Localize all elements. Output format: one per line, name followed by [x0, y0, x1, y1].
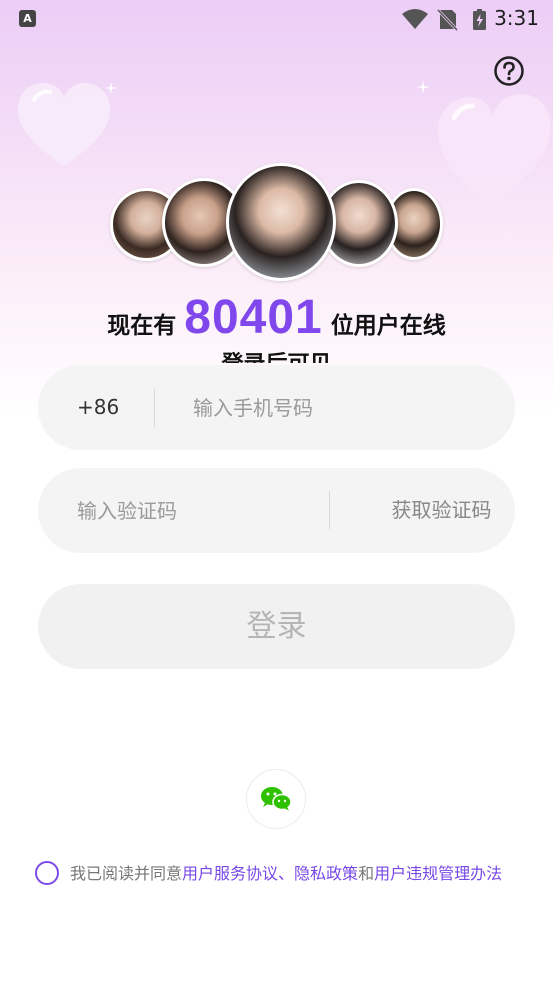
no-sim-icon [435, 7, 460, 33]
wechat-icon [261, 787, 292, 811]
battery-charging-icon [473, 9, 486, 30]
status-bar: A 3:31 [0, 0, 553, 38]
code-field: 获取验证码 [38, 468, 515, 553]
help-icon[interactable] [494, 56, 524, 86]
avatar [226, 163, 336, 281]
agreement-checkbox[interactable] [35, 861, 59, 885]
status-time: 3:31 [494, 6, 539, 30]
agreement-prefix: 我已阅读并同意 [70, 864, 183, 883]
rules-link[interactable]: 用户违规管理办法 [374, 864, 502, 883]
online-count-headline: 现在有 80401 位用户在线 [0, 290, 553, 345]
divider [154, 389, 155, 427]
phone-field: +86 [38, 365, 515, 450]
sparkle-icon [416, 80, 430, 94]
app-notification-icon: A [19, 10, 36, 27]
wifi-icon [402, 9, 428, 29]
get-code-button[interactable]: 获取验证码 [368, 468, 515, 553]
agreement-text: 我已阅读并同意用户服务协议、隐私政策和用户违规管理办法 [70, 861, 550, 887]
phone-input[interactable] [193, 365, 493, 450]
heart-decoration-icon [437, 94, 551, 204]
divider [329, 491, 330, 529]
code-input[interactable] [77, 468, 337, 553]
online-count: 80401 [184, 291, 323, 344]
headline-subtext: 登录后可见 [0, 350, 553, 363]
sparkle-icon [105, 82, 117, 94]
agreement-and: 和 [358, 864, 375, 883]
headline-prefix: 现在有 [107, 312, 177, 338]
login-button[interactable]: 登录 [38, 584, 515, 669]
heart-decoration-icon [17, 82, 111, 166]
agreement-separator: 、 [278, 864, 295, 883]
privacy-link[interactable]: 隐私政策 [294, 864, 358, 883]
terms-link[interactable]: 用户服务协议 [182, 864, 278, 883]
country-code[interactable]: +86 [77, 365, 119, 450]
wechat-login-button[interactable] [246, 769, 306, 829]
headline-suffix: 位用户在线 [330, 312, 446, 338]
